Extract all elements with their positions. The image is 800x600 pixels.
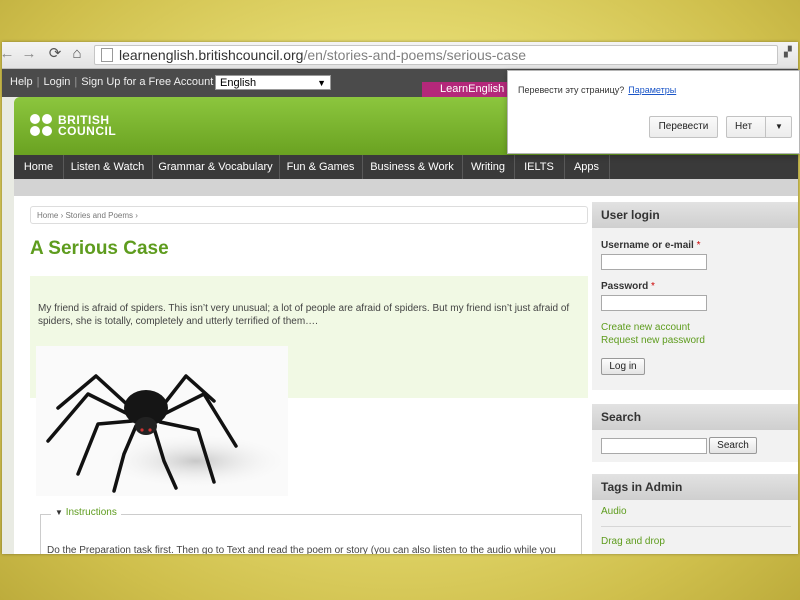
breadcrumb-home[interactable]: Home [37, 211, 58, 220]
spider-illustration [46, 374, 291, 493]
search-input[interactable] [601, 438, 707, 454]
intro-text: My friend is afraid of spiders. This isn… [38, 303, 570, 327]
signup-link[interactable]: Sign Up for a Free Account [81, 76, 213, 88]
user-login-title: User login [592, 202, 798, 228]
forward-arrow-icon[interactable]: → [20, 45, 38, 63]
search-title: Search [592, 404, 798, 430]
instructions-legend: Instructions [65, 507, 117, 518]
chevron-down-icon[interactable]: ▼ [775, 117, 783, 137]
nav-item-writing[interactable]: Writing [462, 155, 515, 179]
spider-image [36, 346, 291, 496]
address-bar[interactable]: learnenglish.britishcouncil.org/en/stori… [94, 45, 778, 65]
search-button[interactable]: Search [709, 437, 757, 454]
nav-item-apps[interactable]: Apps [564, 155, 610, 179]
login-button[interactable]: Log in [601, 358, 645, 375]
instructions-fieldset: ▼ Instructions Do the Preparation task f… [40, 507, 582, 554]
nav-item-grammar-vocabulary[interactable]: Grammar & Vocabulary [152, 155, 280, 179]
reload-icon[interactable]: ⟳ [46, 45, 64, 63]
login-link[interactable]: Login [43, 76, 70, 88]
tag-link[interactable]: Drag and drop [601, 536, 665, 547]
logo-dots-icon [30, 114, 54, 138]
language-value: English [220, 77, 257, 89]
breadcrumb-separator: › [133, 211, 138, 220]
no-translate-label: Нет [735, 121, 753, 132]
translate-button[interactable]: Перевести [649, 116, 718, 138]
no-translate-button[interactable]: Нет ▼ [726, 116, 792, 138]
search-block: Search Search [592, 404, 798, 462]
page-title: A Serious Case [30, 238, 169, 259]
translate-question: Перевести эту страницу? Параметры [518, 85, 676, 95]
username-input[interactable] [601, 254, 707, 270]
home-icon[interactable]: ⌂ [68, 45, 86, 63]
logo-line-2: COUNCIL [58, 124, 117, 138]
url-path: /en/stories-and-poems/serious-case [303, 47, 526, 63]
sidebar: User login Username or e-mail * Password… [592, 196, 798, 554]
instructions-text: Do the Preparation task first. Then go t… [47, 545, 556, 554]
nav-item-ielts[interactable]: IELTS [514, 155, 565, 179]
nav-sub-band [14, 179, 798, 196]
dropdown-arrow-icon: ▼ [317, 78, 326, 88]
expand-triangle-icon: ▼ [55, 508, 63, 517]
username-label: Username or e-mail * [601, 240, 701, 251]
learnenglish-tab[interactable]: LearnEnglish T [422, 82, 512, 97]
breadcrumb-section[interactable]: Stories and Poems [65, 211, 133, 220]
page-icon [101, 48, 113, 62]
breadcrumb: Home › Stories and Poems › [30, 206, 588, 224]
nav-item-business-work[interactable]: Business & Work [362, 155, 463, 179]
instructions-toggle[interactable]: ▼ Instructions [51, 507, 121, 518]
tags-title: Tags in Admin [592, 474, 798, 500]
user-login-block: User login Username or e-mail * Password… [592, 202, 798, 390]
url-host: learnenglish.britishcouncil.org [119, 47, 304, 63]
password-input[interactable] [601, 295, 707, 311]
back-arrow-icon[interactable]: ← [2, 45, 16, 63]
translate-question-text: Перевести эту страницу? [518, 85, 625, 95]
language-select[interactable]: English ▼ [215, 75, 331, 90]
nav-item-fun-games[interactable]: Fun & Games [279, 155, 363, 179]
password-label: Password * [601, 281, 655, 292]
tag-divider [601, 526, 791, 527]
help-link[interactable]: Help [10, 76, 33, 88]
split-divider [765, 117, 766, 137]
create-account-link[interactable]: Create new account [601, 322, 690, 333]
nav-item-listen-watch[interactable]: Listen & Watch [63, 155, 153, 179]
translate-popup: Перевести эту страницу? Параметры Перевес… [507, 70, 800, 154]
main-nav: Home Listen & Watch Grammar & Vocabulary… [14, 155, 798, 179]
nav-item-home[interactable]: Home [14, 155, 64, 179]
browser-toolbar: ← → ⟳ ⌂ learnenglish.britishcouncil.org/… [2, 42, 798, 69]
translate-options-link[interactable]: Параметры [628, 85, 676, 95]
request-password-link[interactable]: Request new password [601, 335, 705, 346]
translate-icon[interactable]: ▞ [784, 47, 796, 59]
tags-block: Tags in Admin Audio Drag and drop [592, 474, 798, 554]
tag-link[interactable]: Audio [601, 506, 627, 517]
